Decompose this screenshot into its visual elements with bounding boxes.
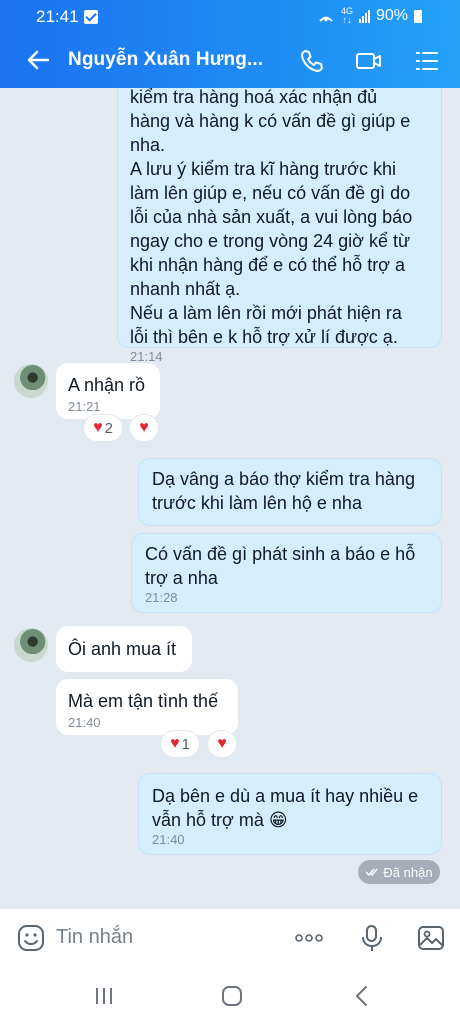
sticker-icon[interactable] xyxy=(16,923,46,953)
notification-check-icon xyxy=(84,10,98,24)
message-time: 21:14 xyxy=(130,349,163,364)
message-line: lỗi thì bên e k hỗ trợ xử lí được ạ. xyxy=(130,327,398,347)
heart-icon: ♥ xyxy=(93,419,103,436)
react-button[interactable]: ♥ xyxy=(130,415,158,441)
react-button[interactable]: ♥ xyxy=(208,731,236,757)
message-line: Dạ vâng a báo thợ kiểm tra hàng xyxy=(152,469,415,489)
status-bar: 21:41 4G ↑↓ 90% xyxy=(0,0,460,34)
chat-header: Nguyễn Xuân Hưng... xyxy=(0,34,460,88)
message-line: trợ a nha xyxy=(145,568,218,588)
recent-apps-icon[interactable] xyxy=(92,984,116,1008)
message-incoming[interactable]: Ôi anh mua ít xyxy=(56,626,192,672)
signal-icon xyxy=(358,9,370,23)
double-check-icon xyxy=(365,868,378,877)
message-line: nha. xyxy=(130,135,166,155)
back-nav-icon[interactable] xyxy=(350,984,374,1008)
message-line: Dạ bên e dù a mua ít hay nhiều e xyxy=(152,786,419,806)
status-time: 21:41 xyxy=(36,7,79,26)
message-outgoing[interactable]: Có vấn đề gì phát sinh a báo e hỗ trợ a … xyxy=(131,533,442,613)
reaction-number: 2 xyxy=(104,419,113,437)
more-options-icon[interactable] xyxy=(294,923,324,953)
message-line: A lưu ý kiểm tra kĩ hàng trước khi xyxy=(130,159,396,179)
top-bar: 21:41 4G ↑↓ 90% Nguyễn Xuân Hưng... xyxy=(0,0,460,88)
system-nav-bar xyxy=(0,968,460,1024)
message-line: làm lên giúp e, nếu có vấn đề gì do xyxy=(130,183,411,203)
message-line: lỗi của nhà sản xuất, a vui lòng báo xyxy=(130,207,413,227)
status-right: 4G ↑↓ 90% xyxy=(317,7,422,25)
message-line: Có vấn đề gì phát sinh a báo e hỗ xyxy=(145,544,416,564)
voice-mic-icon[interactable] xyxy=(357,923,387,953)
delivery-status: Đã nhận xyxy=(358,860,440,884)
message-input[interactable]: Tin nhắn xyxy=(56,926,133,949)
menu-icon[interactable] xyxy=(413,47,441,75)
home-icon[interactable] xyxy=(220,984,244,1008)
delivery-status-text: Đã nhận xyxy=(383,864,433,880)
message-line: hàng và hàng k có vấn đề gì giúp e xyxy=(130,111,411,131)
message-line: vẫn hỗ trợ mà 😁 xyxy=(152,810,288,830)
contact-avatar[interactable] xyxy=(14,628,48,662)
contact-name[interactable]: Nguyễn Xuân Hưng... xyxy=(68,49,263,71)
message-line: ngay cho e trong vòng 24 giờ kể từ xyxy=(130,231,411,251)
message-text: Ôi anh mua ít xyxy=(68,639,177,659)
video-call-icon[interactable] xyxy=(355,47,383,75)
heart-icon: ♥ xyxy=(139,419,149,436)
message-incoming[interactable]: A nhận rồ 21:21 xyxy=(56,363,160,419)
hotspot-icon xyxy=(319,16,333,22)
image-gallery-icon[interactable] xyxy=(416,923,446,953)
message-time: 21:28 xyxy=(145,590,178,605)
back-arrow-icon[interactable] xyxy=(24,46,52,74)
message-text: A nhận rồ xyxy=(68,375,146,395)
heart-icon: ♥ xyxy=(170,735,180,752)
battery-text: 90% xyxy=(375,7,408,24)
message-line: kiểm tra hàng hoá xác nhận đủ xyxy=(130,88,378,107)
network-type: 4G ↑↓ xyxy=(340,6,353,25)
reaction-number: 1 xyxy=(181,735,190,753)
reaction-count[interactable]: ♥ 2 xyxy=(84,415,122,441)
heart-icon: ♥ xyxy=(217,735,227,752)
message-line: Nếu a làm lên rồi mới phát hiện ra xyxy=(130,303,402,323)
message-composer: Tin nhắn xyxy=(0,908,460,968)
message-time: 21:40 xyxy=(68,715,101,730)
message-time: 21:40 xyxy=(152,832,185,847)
message-time: 21:21 xyxy=(68,399,101,414)
message-line: trước khi làm lên hộ e nha xyxy=(152,493,362,513)
message-text: Mà em tận tình thế xyxy=(68,691,219,711)
message-line: khi nhận hàng để e có thể hỗ trợ a xyxy=(130,255,406,275)
reaction-count[interactable]: ♥ 1 xyxy=(161,731,199,757)
message-outgoing[interactable]: Dạ bên e dù a mua ít hay nhiều e vẫn hỗ … xyxy=(138,773,442,855)
message-incoming[interactable]: Mà em tận tình thế 21:40 xyxy=(56,679,238,735)
phone-icon[interactable] xyxy=(298,47,326,75)
contact-avatar[interactable] xyxy=(14,364,48,398)
chat-area[interactable]: kiểm tra hàng hoá xác nhận đủ hàng và hà… xyxy=(0,88,460,908)
message-outgoing[interactable]: kiểm tra hàng hoá xác nhận đủ hàng và hà… xyxy=(117,88,442,364)
message-line: nhanh nhất ạ. xyxy=(130,279,241,299)
battery-icon xyxy=(414,9,422,23)
message-outgoing[interactable]: Dạ vâng a báo thợ kiểm tra hàng trước kh… xyxy=(138,458,442,526)
